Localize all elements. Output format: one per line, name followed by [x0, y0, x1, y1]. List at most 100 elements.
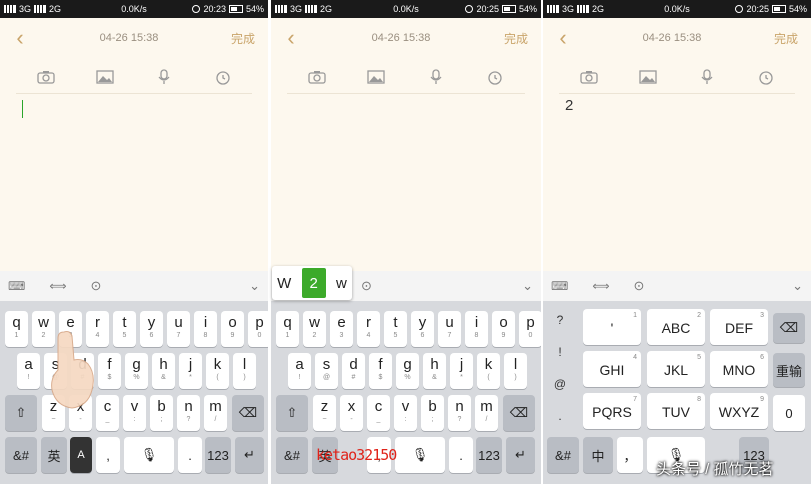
camera-button[interactable]: [579, 68, 598, 86]
key-d[interactable]: d#: [342, 353, 365, 389]
symbols-key[interactable]: &#: [5, 437, 37, 473]
symbols-key[interactable]: &#: [276, 437, 308, 473]
t9-key-7[interactable]: PQRS 7: [583, 393, 641, 429]
more-icon[interactable]: ⊙: [634, 278, 645, 294]
done-button[interactable]: 完成: [761, 30, 811, 47]
key-y[interactable]: y6: [140, 311, 163, 347]
key-v[interactable]: v:: [123, 395, 146, 431]
key-n[interactable]: n?: [448, 395, 471, 431]
image-button[interactable]: [95, 68, 114, 86]
key-c[interactable]: c _: [367, 395, 390, 431]
text-cursor-icon[interactable]: ⟺: [592, 279, 609, 293]
t9-key-4[interactable]: GHI 4: [583, 351, 641, 387]
t9-key-5[interactable]: JKL 5: [647, 351, 705, 387]
camera-button[interactable]: [36, 68, 55, 86]
key-o[interactable]: o9: [492, 311, 515, 347]
t9-key-2[interactable]: ABC 2: [647, 309, 705, 345]
shift-key[interactable]: ⇧: [276, 395, 308, 431]
voice-button[interactable]: [698, 68, 716, 86]
backspace-key[interactable]: ⌫: [232, 395, 264, 431]
key-g[interactable]: g%: [125, 353, 148, 389]
side-symbol[interactable]: !: [543, 345, 577, 367]
chevron-down-icon[interactable]: ⌄: [522, 278, 533, 294]
more-icon[interactable]: ⊙: [361, 278, 372, 294]
key-n[interactable]: n?: [177, 395, 200, 431]
backspace-key[interactable]: ⌫: [773, 313, 805, 343]
note-editor[interactable]: 2: [543, 96, 811, 270]
key-i[interactable]: i8: [194, 311, 217, 347]
key-x[interactable]: x-: [340, 395, 363, 431]
key-a[interactable]: a!: [17, 353, 40, 389]
emoji-key[interactable]: A: [70, 437, 92, 473]
image-button[interactable]: [638, 68, 657, 86]
chevron-down-icon[interactable]: ⌄: [249, 278, 260, 294]
language-key[interactable]: 中: [583, 437, 613, 473]
period-key[interactable]: .: [449, 437, 473, 473]
key-r[interactable]: r4: [357, 311, 380, 347]
comma-key[interactable]: ，: [617, 437, 643, 473]
side-symbol[interactable]: ?: [543, 313, 577, 335]
key-c[interactable]: c _: [96, 395, 119, 431]
comma-key[interactable]: ,: [96, 437, 120, 473]
key-a[interactable]: a!: [288, 353, 311, 389]
key-g[interactable]: g%: [396, 353, 419, 389]
zero-key[interactable]: 0: [773, 395, 805, 431]
language-key[interactable]: 英: [41, 437, 67, 473]
note-editor[interactable]: [271, 96, 541, 270]
key-j[interactable]: j *: [179, 353, 202, 389]
reminder-button[interactable]: [757, 68, 775, 86]
side-symbol[interactable]: @: [543, 377, 577, 399]
key-b[interactable]: b;: [150, 395, 173, 431]
variant-lowercase[interactable]: w: [336, 275, 347, 292]
numbers-key[interactable]: 123: [205, 437, 231, 473]
reminder-button[interactable]: [486, 68, 504, 86]
reminder-button[interactable]: [214, 68, 232, 86]
keyboard-icon[interactable]: ⌨: [8, 279, 25, 293]
side-symbol[interactable]: .: [543, 409, 577, 431]
t9-key-6[interactable]: MNO 6: [710, 351, 768, 387]
variant-selected[interactable]: 2: [301, 268, 326, 298]
voice-button[interactable]: [155, 68, 173, 86]
key-v[interactable]: v:: [394, 395, 417, 431]
key-u[interactable]: u7: [438, 311, 461, 347]
note-editor[interactable]: [0, 96, 268, 270]
key-q[interactable]: q1: [5, 311, 28, 347]
space-key[interactable]: 🎙: [124, 437, 174, 473]
key-u[interactable]: u7: [167, 311, 190, 347]
variant-uppercase[interactable]: W: [277, 275, 291, 292]
period-key[interactable]: .: [178, 437, 202, 473]
text-cursor-icon[interactable]: ⟺: [49, 279, 66, 293]
key-y[interactable]: y6: [411, 311, 434, 347]
t9-key-3[interactable]: DEF 3: [710, 309, 768, 345]
key-z[interactable]: z ~: [313, 395, 336, 431]
symbols-key[interactable]: &#: [547, 437, 579, 473]
key-e[interactable]: e3: [330, 311, 353, 347]
keyboard-icon[interactable]: ⌨: [551, 279, 568, 293]
t9-key-1[interactable]: ' 1: [583, 309, 641, 345]
key-h[interactable]: h &: [152, 353, 175, 389]
backspace-key[interactable]: ⌫: [503, 395, 535, 431]
key-f[interactable]: f $: [98, 353, 121, 389]
camera-button[interactable]: [308, 68, 326, 86]
key-w[interactable]: w2: [303, 311, 326, 347]
key-k[interactable]: k(: [206, 353, 229, 389]
numbers-key[interactable]: 123: [476, 437, 502, 473]
more-icon[interactable]: ⊙: [91, 278, 102, 294]
t9-key-9[interactable]: WXYZ 9: [710, 393, 768, 429]
key-m[interactable]: m /: [204, 395, 227, 431]
key-l[interactable]: l): [504, 353, 527, 389]
t9-key-8[interactable]: TUV 8: [647, 393, 705, 429]
done-button[interactable]: 完成: [218, 30, 268, 47]
back-button[interactable]: ‹: [0, 18, 40, 58]
chevron-down-icon[interactable]: ⌄: [792, 278, 803, 294]
key-i[interactable]: i8: [465, 311, 488, 347]
space-key[interactable]: 🎙: [395, 437, 445, 473]
key-l[interactable]: l): [233, 353, 256, 389]
key-t[interactable]: t5: [384, 311, 407, 347]
back-button[interactable]: ‹: [543, 18, 583, 58]
key-p[interactable]: p0: [248, 311, 268, 347]
key-p[interactable]: p0: [519, 311, 541, 347]
key-q[interactable]: q1: [276, 311, 299, 347]
image-button[interactable]: [367, 68, 385, 86]
done-button[interactable]: 完成: [491, 30, 541, 47]
